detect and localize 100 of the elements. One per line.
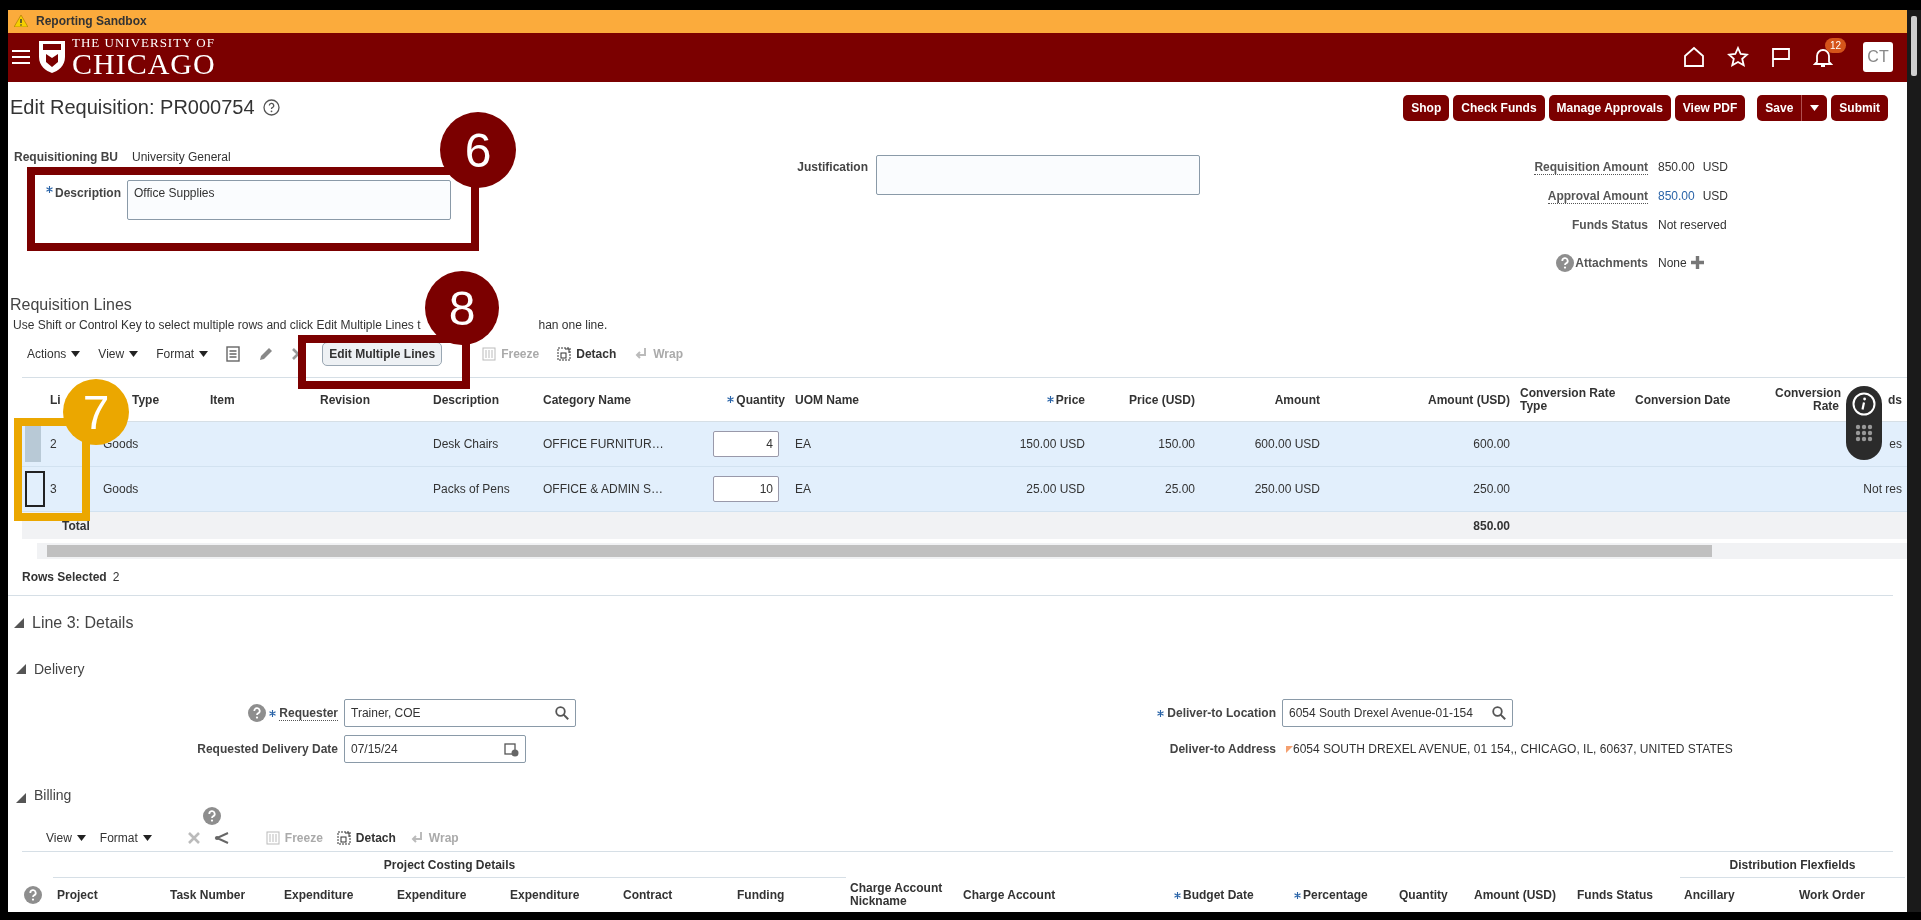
column-header[interactable]: Amount bbox=[1274, 393, 1320, 407]
help-icon[interactable] bbox=[203, 807, 221, 826]
floating-help-widget[interactable] bbox=[1846, 386, 1882, 460]
amount-link[interactable]: 850.00 bbox=[1658, 189, 1695, 204]
description-field[interactable]: Office Supplies bbox=[127, 179, 451, 220]
menu-button[interactable]: Actions bbox=[27, 347, 81, 362]
table-row[interactable]: 3 Goods Packs of Pens OFFICE & ADMIN S… 10 EA 25.00 USD 25.00 250.00 USD 250.00 Not res bbox=[22, 467, 1907, 513]
column-header[interactable]: Funds Status bbox=[1577, 888, 1653, 902]
caret-icon bbox=[1810, 104, 1820, 111]
column-header[interactable]: Amount (USD) bbox=[1474, 888, 1556, 902]
edit-multiple-lines-button[interactable]: Edit Multiple Lines bbox=[322, 342, 443, 367]
search-icon[interactable] bbox=[555, 706, 569, 721]
column-header[interactable]: Amount (USD) bbox=[1428, 393, 1510, 407]
summary-value: 850.00 bbox=[1658, 160, 1695, 175]
field-label: Deliver-to Location bbox=[1167, 706, 1276, 721]
column-header[interactable]: Quantity bbox=[736, 393, 785, 407]
menu-button[interactable]: View bbox=[46, 831, 86, 845]
location-field[interactable]: 6054 South Drexel Avenue-01-154 bbox=[1282, 699, 1513, 728]
column-header[interactable]: Task Number bbox=[170, 888, 246, 902]
quantity-field[interactable]: 4 bbox=[713, 431, 779, 458]
collapse-triangle-icon[interactable] bbox=[16, 793, 26, 804]
info-icon[interactable] bbox=[1852, 392, 1876, 416]
help-icon[interactable] bbox=[1556, 253, 1575, 272]
date-field[interactable]: 07/15/24 bbox=[344, 735, 526, 764]
column-header[interactable]: Conversion Date bbox=[1635, 393, 1731, 407]
currency-code: USD bbox=[1702, 189, 1729, 204]
column-header[interactable]: Percentage bbox=[1303, 888, 1368, 902]
table-cell: 25.00 bbox=[1164, 482, 1195, 497]
plus-icon[interactable] bbox=[1690, 256, 1704, 270]
toolbar-button[interactable]: Detach bbox=[336, 831, 396, 845]
column-header[interactable]: Expenditure bbox=[510, 888, 580, 902]
help-icon[interactable] bbox=[262, 99, 280, 117]
column-header[interactable]: Quantity bbox=[1399, 888, 1448, 902]
subsection-title[interactable]: Billing bbox=[34, 787, 72, 804]
action-button[interactable]: Check Funds bbox=[1453, 94, 1545, 121]
column-header[interactable]: Revision bbox=[320, 393, 370, 407]
row-header[interactable] bbox=[25, 471, 45, 508]
action-button[interactable]: Submit bbox=[1831, 94, 1888, 121]
save-button[interactable]: Save bbox=[1757, 94, 1802, 121]
help-icon[interactable] bbox=[248, 704, 267, 723]
action-button[interactable]: Manage Approvals bbox=[1548, 94, 1671, 121]
column-header[interactable]: Expenditure bbox=[284, 888, 354, 902]
justification-field[interactable] bbox=[876, 154, 1200, 195]
column-header[interactable]: Charge Account bbox=[963, 888, 1056, 902]
column-header[interactable]: Item bbox=[210, 393, 235, 407]
help-icon[interactable] bbox=[24, 886, 42, 904]
grid-dots-icon[interactable] bbox=[1855, 424, 1873, 442]
user-avatar[interactable]: CT bbox=[1863, 42, 1893, 73]
column-header[interactable]: Conversion Rate Type bbox=[1520, 387, 1625, 413]
column-header[interactable]: Type bbox=[132, 393, 160, 407]
menu-button[interactable]: Format bbox=[156, 347, 209, 362]
field-label: Requester bbox=[279, 705, 338, 721]
page-title: Edit Requisition: PR000754 bbox=[10, 96, 255, 120]
save-menu-button[interactable] bbox=[1801, 94, 1828, 121]
columns-icon bbox=[265, 831, 280, 845]
list-icon[interactable] bbox=[226, 346, 241, 363]
toolbar-button[interactable]: Detach bbox=[557, 347, 617, 362]
column-header[interactable]: Funding bbox=[737, 888, 785, 902]
vertical-scrollbar[interactable] bbox=[1907, 10, 1921, 912]
column-header[interactable]: Category Name bbox=[543, 393, 632, 407]
menu-icon[interactable] bbox=[12, 50, 30, 65]
action-button[interactable]: Shop bbox=[1403, 94, 1450, 121]
column-header[interactable]: Project bbox=[57, 888, 98, 902]
column-header[interactable]: Budget Date bbox=[1183, 888, 1254, 902]
calendar-icon[interactable] bbox=[504, 741, 519, 757]
column-header[interactable]: Description bbox=[433, 393, 499, 407]
action-button[interactable]: View PDF bbox=[1674, 94, 1746, 121]
column-header[interactable]: ds bbox=[1888, 393, 1902, 407]
column-header[interactable]: Expenditure bbox=[397, 888, 467, 902]
column-header[interactable]: Work Order bbox=[1799, 888, 1865, 902]
quantity-field[interactable]: 10 bbox=[713, 476, 779, 503]
flag-icon[interactable] bbox=[1771, 46, 1791, 69]
summary-value: None bbox=[1658, 255, 1687, 270]
menu-button[interactable]: View bbox=[98, 347, 139, 362]
star-icon[interactable] bbox=[1727, 46, 1749, 69]
caret-icon bbox=[129, 351, 139, 358]
search-icon[interactable] bbox=[1492, 706, 1506, 721]
column-header[interactable]: Ancillary bbox=[1684, 888, 1735, 902]
table-cell: OFFICE & ADMIN S… bbox=[543, 482, 663, 497]
requester-field[interactable]: Trainer, COE bbox=[344, 699, 576, 728]
column-header[interactable]: Price (USD) bbox=[1128, 393, 1195, 407]
shield-crest-icon bbox=[38, 40, 66, 75]
column-header[interactable]: Li bbox=[50, 393, 61, 407]
menu-button[interactable]: Format bbox=[99, 831, 152, 845]
collapse-triangle-icon[interactable] bbox=[14, 617, 24, 628]
table-cell: Not res bbox=[1863, 482, 1902, 497]
share-icon[interactable] bbox=[213, 831, 230, 845]
column-header[interactable]: Price bbox=[1055, 393, 1085, 407]
subsection-title[interactable]: Delivery bbox=[34, 661, 85, 678]
collapse-triangle-icon[interactable] bbox=[16, 664, 26, 675]
currency-code: USD bbox=[1702, 160, 1729, 175]
home-icon[interactable] bbox=[1683, 46, 1705, 69]
table-cell: EA bbox=[795, 437, 811, 452]
column-header[interactable]: Contract bbox=[623, 888, 673, 902]
table-cell: 3 bbox=[50, 482, 57, 497]
column-header[interactable]: Charge Account Nickname bbox=[850, 882, 955, 908]
horizontal-scrollbar[interactable] bbox=[37, 543, 1907, 560]
column-header[interactable]: UOM Name bbox=[795, 393, 859, 407]
column-header[interactable]: Conversion Rate bbox=[1775, 387, 1839, 413]
pencil-icon[interactable] bbox=[258, 346, 275, 363]
